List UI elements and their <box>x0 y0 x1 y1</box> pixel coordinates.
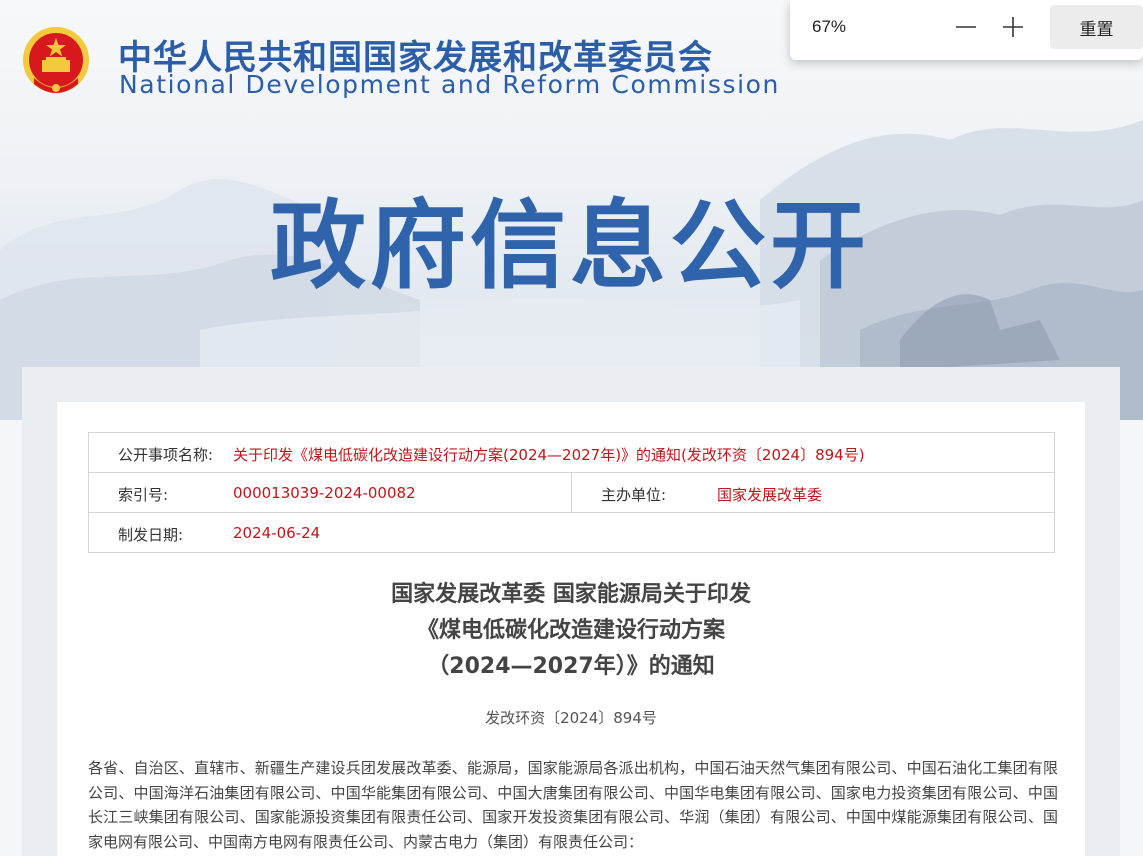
document-number: 发改环资〔2024〕894号 <box>485 709 657 727</box>
metadata-row-date: 制发日期: 2024-06-24 <box>89 513 1054 553</box>
zoom-popup: 67% 重置 <box>790 0 1143 60</box>
issuer-value: 国家发展改革委 <box>717 486 823 504</box>
reset-zoom-button[interactable]: 重置 <box>1050 5 1143 49</box>
document-title-line: （2024—2027年）》的通知 <box>427 654 715 679</box>
zoom-in-button[interactable] <box>993 10 1033 44</box>
title-label: 公开事项名称: <box>118 446 214 464</box>
document-title-line: 国家发展改革委 国家能源局关于印发 <box>391 582 751 607</box>
date-value: 2024-06-24 <box>233 524 321 542</box>
cell-divider <box>571 473 572 513</box>
plus-icon <box>1003 17 1023 37</box>
zoom-out-button[interactable] <box>946 10 986 44</box>
document-title: 国家发展改革委 国家能源局关于印发 《煤电低碳化改造建设行动方案 （2024—2… <box>57 577 1085 685</box>
metadata-row-title: 公开事项名称: 关于印发《煤电低碳化改造建设行动方案(2024—2027年)》的… <box>89 433 1054 473</box>
issuer-label: 主办单位: <box>601 486 667 504</box>
date-label: 制发日期: <box>118 526 184 544</box>
section-title: 政府信息公开 <box>270 190 870 302</box>
title-value: 关于印发《煤电低碳化改造建设行动方案(2024—2027年)》的通知(发改环资〔… <box>233 446 865 464</box>
document-recipients: 各省、自治区、直辖市、新疆生产建设兵团发展改革委、能源局，国家能源局各派出机构，… <box>88 759 1058 851</box>
document-metadata-table: 公开事项名称: 关于印发《煤电低碳化改造建设行动方案(2024—2027年)》的… <box>88 432 1055 553</box>
header-banner: 中华人民共和国国家发展和改革委员会 National Development a… <box>0 0 1143 420</box>
document-title-line: 《煤电低碳化改造建设行动方案 <box>416 618 725 643</box>
national-emblem-icon <box>23 27 89 93</box>
index-value: 000013039-2024-00082 <box>233 484 416 502</box>
index-label: 索引号: <box>118 486 169 504</box>
org-name-en[interactable]: National Development and Reform Commissi… <box>119 70 780 99</box>
zoom-level: 67% <box>812 17 847 36</box>
metadata-row-index: 索引号: 000013039-2024-00082 主办单位: 国家发展改革委 <box>89 473 1054 513</box>
minus-icon <box>956 26 976 28</box>
